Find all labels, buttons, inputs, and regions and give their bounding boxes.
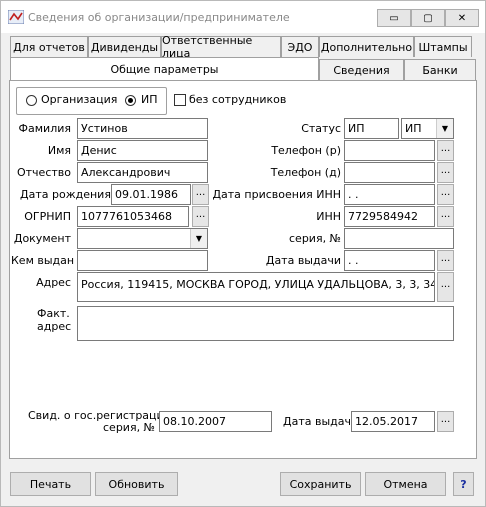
print-button[interactable]: Печать [10,472,91,496]
dialog-window: Сведения об организации/предпринимателе … [0,0,486,507]
refresh-button[interactable]: Обновить [95,472,178,496]
otchestvo-input[interactable]: Александрович [77,162,208,183]
radio-organization[interactable] [26,95,37,106]
document-dropdown-icon[interactable]: ▼ [190,229,207,248]
tab-edo[interactable]: ЭДО [281,36,319,57]
birth-ellipsis-button[interactable]: ... [192,184,209,205]
no-staff-label: без сотрудников [189,93,287,106]
address-input[interactable]: Россия, 119415, МОСКВА ГОРОД, УЛИЦА УДАЛ… [77,272,435,302]
tab-stamps[interactable]: Штампы [414,36,472,57]
document-label: Документ [13,232,71,245]
fact-address-label-1: Факт. [37,307,70,320]
ogrnip-ellipsis-button[interactable]: ... [192,206,209,227]
maximize-button[interactable]: ▢ [411,9,445,27]
phone-r-input[interactable] [344,140,435,161]
reg-cert-label-2: серия, № [103,421,155,434]
inn-date-input[interactable]: . . [344,184,435,205]
issued-by-input[interactable] [77,250,208,271]
reg-issue-date-ellipsis-button[interactable]: ... [437,411,454,432]
address-ellipsis-button[interactable]: ... [437,272,454,302]
close-button[interactable]: ✕ [445,9,479,27]
imya-label: Имя [47,144,71,157]
birth-label: Дата рождения [20,188,111,201]
app-icon [8,10,24,24]
ogrnip-input[interactable]: 1077761053468 [77,206,189,227]
tab-general[interactable]: Общие параметры [10,57,319,81]
window-title: Сведения об организации/предпринимателе [28,11,290,24]
minimize-button[interactable]: ▭ [377,9,411,27]
birth-input[interactable]: 09.01.1986 [111,184,191,205]
title-bar: Сведения об организации/предпринимателе … [1,1,485,33]
inn-date-ellipsis-button[interactable]: ... [437,184,454,205]
radio-ip-label: ИП [141,93,158,106]
issued-by-label: Кем выдан [11,254,75,267]
otchestvo-label: Отчество [16,166,71,179]
inn-date-label: Дата присвоения ИНН [212,188,341,201]
series-input[interactable] [344,228,454,249]
tab-for-reports[interactable]: Для отчетов [10,36,88,57]
familiya-label: Фамилия [18,122,71,135]
status-dropdown-icon[interactable]: ▼ [436,119,453,138]
phone-r-label: Телефон (р) [271,144,341,157]
familiya-input[interactable]: Устинов [77,118,208,139]
inn-label: ИНН [316,210,341,223]
fact-address-input[interactable] [77,306,454,341]
address-label: Адрес [36,276,71,289]
radio-organization-label: Организация [41,93,118,106]
phone-d-label: Телефон (д) [270,166,341,179]
imya-input[interactable]: Денис [77,140,208,161]
cancel-button[interactable]: Отмена [365,472,446,496]
no-staff-checkbox[interactable] [174,94,186,106]
document-select[interactable] [77,228,208,249]
save-button[interactable]: Сохранить [280,472,361,496]
reg-cert-input[interactable]: 08.10.2007 [159,411,272,432]
tab-additional[interactable]: Дополнительно [319,36,414,57]
phone-d-ellipsis-button[interactable]: ... [437,162,454,183]
radio-ip[interactable] [125,95,136,106]
phone-d-input[interactable] [344,162,435,183]
minimize-icon: ▭ [389,12,399,24]
reg-issue-date-label: Дата выдачи [283,415,359,428]
help-button[interactable]: ? [453,472,474,496]
reg-issue-date-input[interactable]: 12.05.2017 [351,411,435,432]
fact-address-label-2: адрес [37,320,72,333]
inn-ellipsis-button[interactable]: ... [437,206,454,227]
issue-date-input[interactable]: . . [344,250,435,271]
tab-info[interactable]: Сведения [319,59,404,80]
series-label: серия, № [289,232,341,245]
tab-banks[interactable]: Банки [404,59,476,80]
status-label: Статус [301,122,341,135]
maximize-icon: ▢ [423,12,433,24]
phone-r-ellipsis-button[interactable]: ... [437,140,454,161]
issue-date-label: Дата выдачи [265,254,341,267]
tab-responsible[interactable]: Ответственные лица [161,34,281,60]
close-icon: ✕ [457,12,467,24]
inn-input[interactable]: 7729584942 [344,206,435,227]
ogrnip-label: ОГРНИП [24,210,71,223]
issue-date-ellipsis-button[interactable]: ... [437,250,454,271]
status-input[interactable]: ИП [344,118,399,139]
tab-dividends[interactable]: Дивиденды [88,36,161,57]
